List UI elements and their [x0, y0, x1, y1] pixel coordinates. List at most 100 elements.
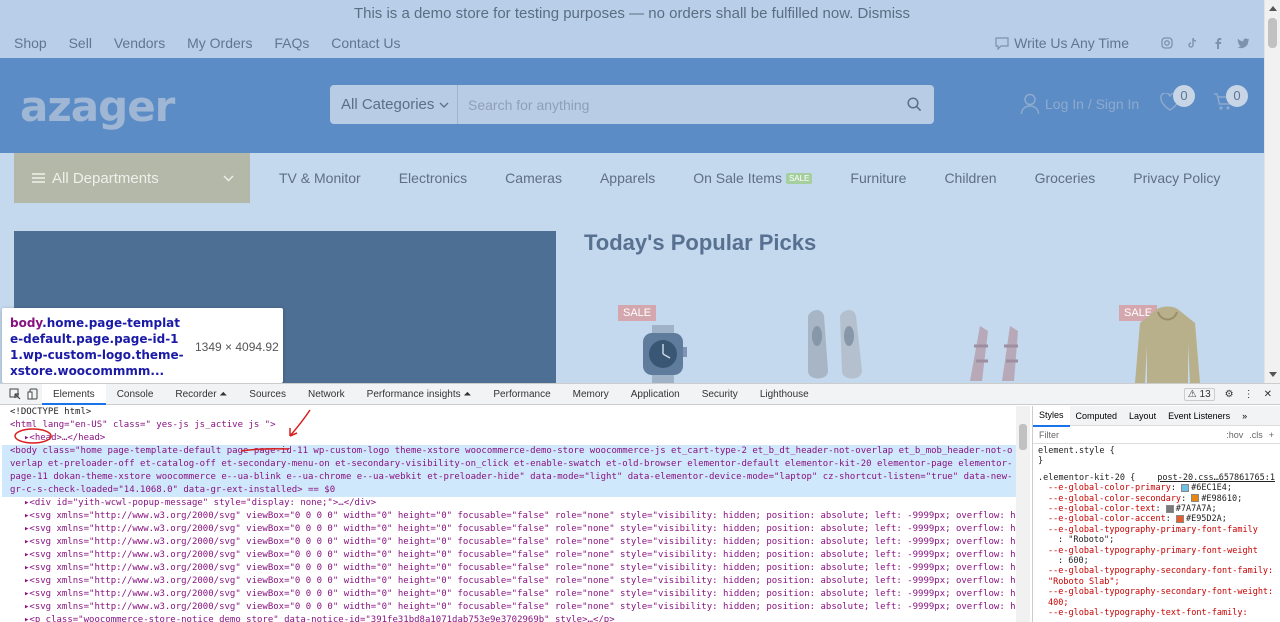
nav-item-tv-monitor[interactable]: TV & Monitor	[279, 170, 361, 186]
dom-scrollbar[interactable]	[1016, 406, 1030, 622]
nav-item-electronics[interactable]: Electronics	[399, 170, 467, 186]
dom-svg-line[interactable]: ▸<svg xmlns="http://www.w3.org/2000/svg"…	[10, 523, 1016, 536]
scroll-thumb[interactable]	[1268, 18, 1277, 48]
website-viewport: This is a demo store for testing purpose…	[0, 0, 1264, 383]
cart-button[interactable]: 0	[1213, 85, 1248, 116]
kit-source-link[interactable]: post-20.css…657861765:1	[1157, 473, 1275, 483]
close-icon[interactable]: ✕	[1264, 389, 1272, 400]
tab-sources[interactable]: Sources	[238, 384, 297, 405]
css-typo-primary-weight[interactable]: --e-global-typography-primary-font-weigh…	[1038, 546, 1275, 556]
product-hoodie[interactable]	[1130, 306, 1205, 383]
top-link-my-orders[interactable]: My Orders	[187, 35, 252, 51]
color-swatch[interactable]	[1191, 494, 1200, 503]
tab-computed[interactable]: Computed	[1070, 406, 1124, 426]
kit-selector[interactable]: .elementor-kit-20 {	[1038, 473, 1135, 483]
dom-svg-line[interactable]: ▸<svg xmlns="http://www.w3.org/2000/svg"…	[10, 588, 1016, 601]
add-rule-icon[interactable]: +	[1269, 430, 1274, 440]
scroll-down-arrow-icon[interactable]	[1269, 372, 1277, 377]
wishlist-button[interactable]: 0	[1160, 85, 1195, 116]
tab-elements[interactable]: Elements	[42, 383, 106, 405]
dom-svg-line[interactable]: ▸<svg xmlns="http://www.w3.org/2000/svg"…	[10, 549, 1016, 562]
top-link-contact[interactable]: Contact Us	[331, 35, 400, 51]
tab-styles[interactable]: Styles	[1033, 406, 1070, 427]
dom-div-popup[interactable]: ▸<div id="yith-wcwl-popup-message" style…	[10, 497, 1016, 510]
nav-item-furniture[interactable]: Furniture	[850, 170, 906, 186]
top-link-sell[interactable]: Sell	[69, 35, 92, 51]
top-link-faqs[interactable]: FAQs	[274, 35, 309, 51]
facebook-icon[interactable]	[1213, 37, 1223, 49]
styles-filter-input[interactable]: Filter	[1039, 430, 1220, 440]
more-options-icon[interactable]: ⋮	[1244, 389, 1254, 400]
dom-p-notice[interactable]: ▸<p class="woocommerce-store-notice demo…	[10, 614, 1016, 622]
dom-scroll-thumb[interactable]	[1019, 424, 1027, 450]
dom-svg-line[interactable]: ▸<svg xmlns="http://www.w3.org/2000/svg"…	[10, 562, 1016, 575]
tab-performance-insights[interactable]: Performance insights ⏶	[356, 384, 483, 405]
dom-svg-line[interactable]: ▸<svg xmlns="http://www.w3.org/2000/svg"…	[10, 601, 1016, 614]
site-logo[interactable]: azager	[20, 82, 175, 131]
inspect-element-icon[interactable]	[6, 387, 24, 401]
dom-svg-line[interactable]: ▸<svg xmlns="http://www.w3.org/2000/svg"…	[10, 536, 1016, 549]
css-var-secondary[interactable]: --e-global-color-secondary: #E98610;	[1038, 494, 1275, 504]
twitter-icon[interactable]	[1237, 37, 1250, 49]
tab-event-listeners[interactable]: Event Listeners	[1162, 406, 1236, 426]
tab-memory[interactable]: Memory	[562, 384, 620, 405]
search-input[interactable]: Search for anything	[458, 97, 894, 113]
devtools-panel: Elements Console Recorder ⏶ Sources Netw…	[0, 383, 1280, 622]
tab-performance[interactable]: Performance	[482, 384, 561, 405]
product-watch[interactable]	[640, 325, 690, 383]
nav-item-children[interactable]: Children	[944, 170, 996, 186]
search-button[interactable]	[894, 97, 934, 112]
search-bar: All Categories Search for anything	[330, 85, 934, 124]
top-link-vendors[interactable]: Vendors	[114, 35, 165, 51]
tiktok-icon[interactable]	[1187, 37, 1199, 49]
css-typo-text-family[interactable]: --e-global-typography-text-font-family:	[1038, 608, 1275, 618]
nav-item-apparels[interactable]: Apparels	[600, 170, 655, 186]
css-var-text[interactable]: --e-global-color-text: #7A7A7A;	[1038, 504, 1275, 514]
tab-application[interactable]: Application	[620, 384, 691, 405]
write-us-link[interactable]: Write Us Any Time	[995, 35, 1129, 51]
category-select[interactable]: All Categories	[330, 85, 458, 124]
cls-toggle[interactable]: .cls	[1249, 430, 1263, 440]
element-style-rule[interactable]: element.style {	[1038, 446, 1275, 456]
account-link[interactable]: Log In / Sign In	[1020, 93, 1139, 115]
product-sandals[interactable]	[960, 306, 1030, 383]
dom-svg-line[interactable]: ▸<svg xmlns="http://www.w3.org/2000/svg"…	[10, 510, 1016, 523]
color-swatch[interactable]	[1165, 504, 1174, 513]
nav-item-groceries[interactable]: Groceries	[1035, 170, 1096, 186]
more-tabs-icon[interactable]: »	[1236, 406, 1253, 426]
color-swatch[interactable]	[1175, 514, 1184, 523]
css-typo-primary-family[interactable]: --e-global-typography-primary-font-famil…	[1038, 525, 1275, 535]
nav-item-cameras[interactable]: Cameras	[505, 170, 562, 186]
css-typo-secondary-family[interactable]: --e-global-typography-secondary-font-fam…	[1038, 566, 1275, 587]
css-var-primary[interactable]: --e-global-color-primary: #6EC1E4;	[1038, 483, 1275, 493]
tab-recorder[interactable]: Recorder ⏶	[164, 384, 238, 405]
top-bar: Shop Sell Vendors My Orders FAQs Contact…	[0, 28, 1264, 58]
nav-item-on-sale[interactable]: On Sale Items SALE	[693, 170, 813, 186]
css-var-accent[interactable]: --e-global-color-accent: #E95D2A;	[1038, 514, 1275, 524]
tab-console[interactable]: Console	[106, 384, 165, 405]
login-label: Log In / Sign In	[1045, 96, 1140, 112]
instagram-icon[interactable]	[1161, 37, 1173, 49]
nav-item-privacy[interactable]: Privacy Policy	[1133, 170, 1220, 186]
top-links: Shop Sell Vendors My Orders FAQs Contact…	[14, 35, 419, 51]
tab-security[interactable]: Security	[691, 384, 749, 405]
top-link-shop[interactable]: Shop	[14, 35, 47, 51]
device-toolbar-icon[interactable]	[24, 387, 42, 401]
scroll-up-arrow-icon[interactable]	[1269, 6, 1277, 11]
css-typo-secondary-weight[interactable]: --e-global-typography-secondary-font-wei…	[1038, 587, 1275, 608]
warnings-counter[interactable]: ⚠ 13	[1183, 387, 1215, 401]
dom-svg-line[interactable]: ▸<svg xmlns="http://www.w3.org/2000/svg"…	[10, 575, 1016, 588]
sale-badge: SALE	[618, 305, 657, 321]
hov-toggle[interactable]: :hov	[1226, 430, 1243, 440]
tab-lighthouse[interactable]: Lighthouse	[749, 384, 820, 405]
tab-network[interactable]: Network	[297, 384, 356, 405]
tab-layout[interactable]: Layout	[1123, 406, 1162, 426]
color-swatch[interactable]	[1181, 483, 1190, 492]
store-notice[interactable]: This is a demo store for testing purpose…	[0, 0, 1264, 28]
product-shoes[interactable]	[800, 306, 870, 383]
devtools-right-controls: ⚠ 13 ⚙ ⋮ ✕	[1183, 387, 1272, 401]
settings-gear-icon[interactable]: ⚙	[1225, 389, 1234, 400]
all-departments-button[interactable]: All Departments	[14, 153, 250, 203]
write-us-label: Write Us Any Time	[1014, 35, 1129, 51]
page-scrollbar[interactable]	[1264, 0, 1280, 383]
